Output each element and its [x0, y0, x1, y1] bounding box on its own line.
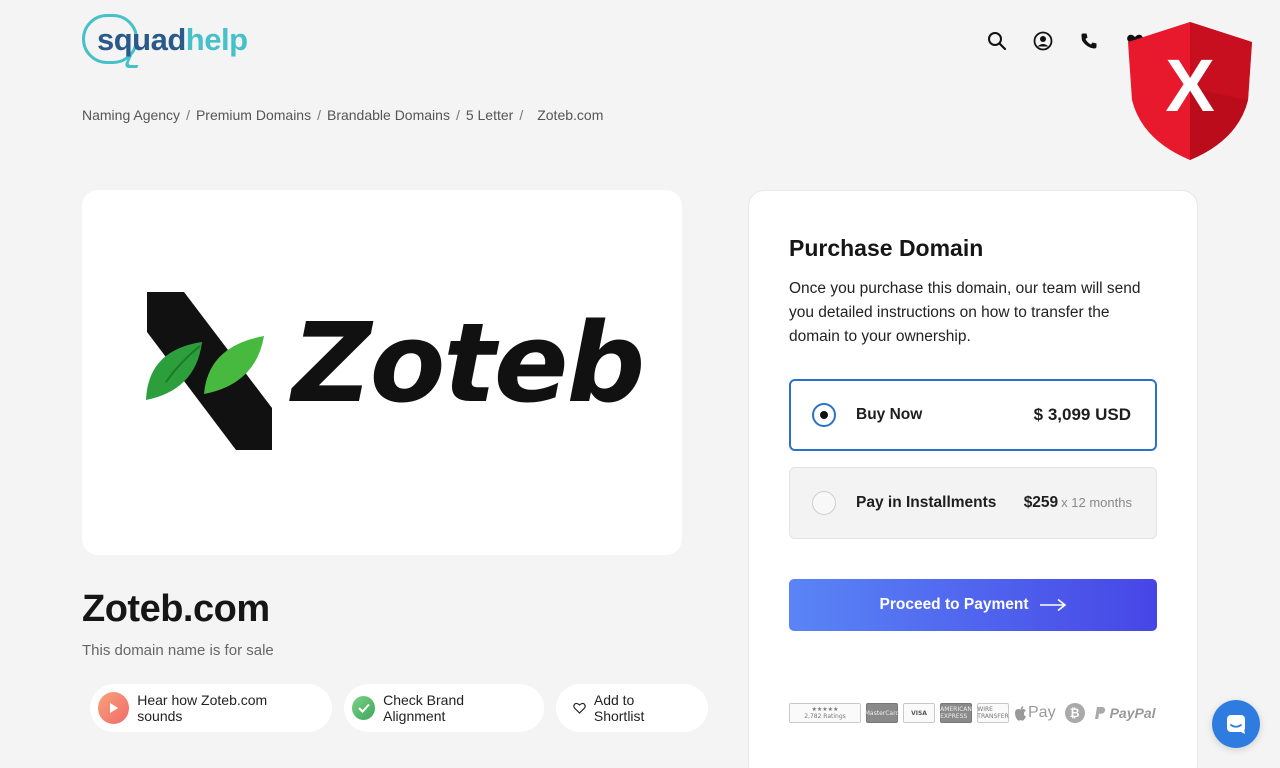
- breadcrumb: Naming Agency / Premium Domains / Branda…: [82, 107, 603, 123]
- hear-sound-button[interactable]: Hear how Zoteb.com sounds: [90, 684, 332, 732]
- installments-label: Pay in Installments: [856, 494, 997, 511]
- logo-brand-text: Zoteb: [292, 299, 645, 427]
- leaf-logo-icon: [144, 290, 274, 455]
- purchase-title: Purchase Domain: [789, 235, 984, 261]
- shield-x-icon: X: [1124, 18, 1256, 164]
- purchase-panel: Purchase Domain Once you purchase this d…: [748, 190, 1198, 768]
- hear-sound-label: Hear how Zoteb.com sounds: [137, 692, 268, 724]
- wire-transfer-badge: WIRE TRANSFER: [977, 703, 1009, 723]
- squadhelp-logo[interactable]: squadhelp: [82, 14, 252, 68]
- chat-icon[interactable]: [1212, 700, 1260, 748]
- breadcrumb-separator: /: [519, 107, 524, 123]
- add-shortlist-label: Add to Shortlist: [593, 692, 645, 724]
- logo-wordmark: squadhelp: [97, 22, 248, 57]
- paypal-badge: PayPal: [1094, 705, 1156, 721]
- arrow-right-icon: [1039, 598, 1067, 612]
- purchase-description: Once you purchase this domain, our team …: [789, 280, 1141, 345]
- breadcrumb-separator: /: [186, 107, 190, 123]
- check-icon: [352, 696, 376, 720]
- paypal-icon: [1094, 707, 1105, 719]
- breadcrumb-naming-agency[interactable]: Naming Agency: [82, 107, 180, 123]
- search-icon[interactable]: [984, 28, 1010, 54]
- domain-subtitle: This domain name is for sale: [82, 642, 274, 659]
- mastercard-badge: MasterCard: [865, 703, 899, 723]
- account-icon[interactable]: [1030, 28, 1056, 54]
- buy-now-option[interactable]: Buy Now $ 3,099 USD: [789, 379, 1157, 451]
- ratings-badge: ★★★★★ 2,782 Ratings: [789, 703, 861, 723]
- installments-option[interactable]: Pay in Installments $259 x 12 months: [789, 467, 1157, 539]
- heart-outline-icon: [572, 700, 588, 716]
- domain-title: Zoteb.com: [82, 588, 270, 630]
- breadcrumb-brandable-domains[interactable]: Brandable Domains: [327, 107, 450, 123]
- breadcrumb-premium-domains[interactable]: Premium Domains: [196, 107, 311, 123]
- domain-logo-card: Zoteb: [82, 190, 682, 555]
- bitcoin-icon: ₿: [1064, 703, 1085, 723]
- installments-price: $259 x 12 months: [1023, 494, 1132, 511]
- phone-icon[interactable]: [1076, 28, 1102, 54]
- installments-radio[interactable]: [812, 491, 836, 515]
- amex-badge: AMERICAN EXPRESS: [940, 703, 972, 723]
- proceed-label: Proceed to Payment: [879, 596, 1029, 613]
- visa-badge: VISA: [903, 703, 935, 723]
- buy-now-price: $ 3,099 USD: [1033, 405, 1131, 424]
- proceed-to-payment-button[interactable]: Proceed to Payment: [789, 579, 1157, 631]
- buy-now-radio[interactable]: [812, 403, 836, 427]
- apple-pay-badge: Pay: [1014, 704, 1056, 722]
- play-icon: [98, 692, 130, 724]
- apple-icon: [1015, 705, 1026, 721]
- svg-text:X: X: [1165, 44, 1214, 127]
- breadcrumb-current: Zoteb.com: [537, 107, 604, 123]
- domain-actions: Hear how Zoteb.com sounds Check Brand Al…: [90, 684, 708, 732]
- buy-now-label: Buy Now: [856, 406, 923, 423]
- check-brand-button[interactable]: Check Brand Alignment: [344, 684, 544, 732]
- breadcrumb-5-letter[interactable]: 5 Letter: [466, 107, 513, 123]
- breadcrumb-separator: /: [455, 107, 460, 123]
- payment-methods: ★★★★★ 2,782 Ratings MasterCard VISA AMERI…: [789, 703, 1156, 723]
- add-shortlist-button[interactable]: Add to Shortlist: [556, 684, 708, 732]
- check-brand-label: Check Brand Alignment: [383, 692, 465, 724]
- breadcrumb-separator: /: [317, 107, 321, 123]
